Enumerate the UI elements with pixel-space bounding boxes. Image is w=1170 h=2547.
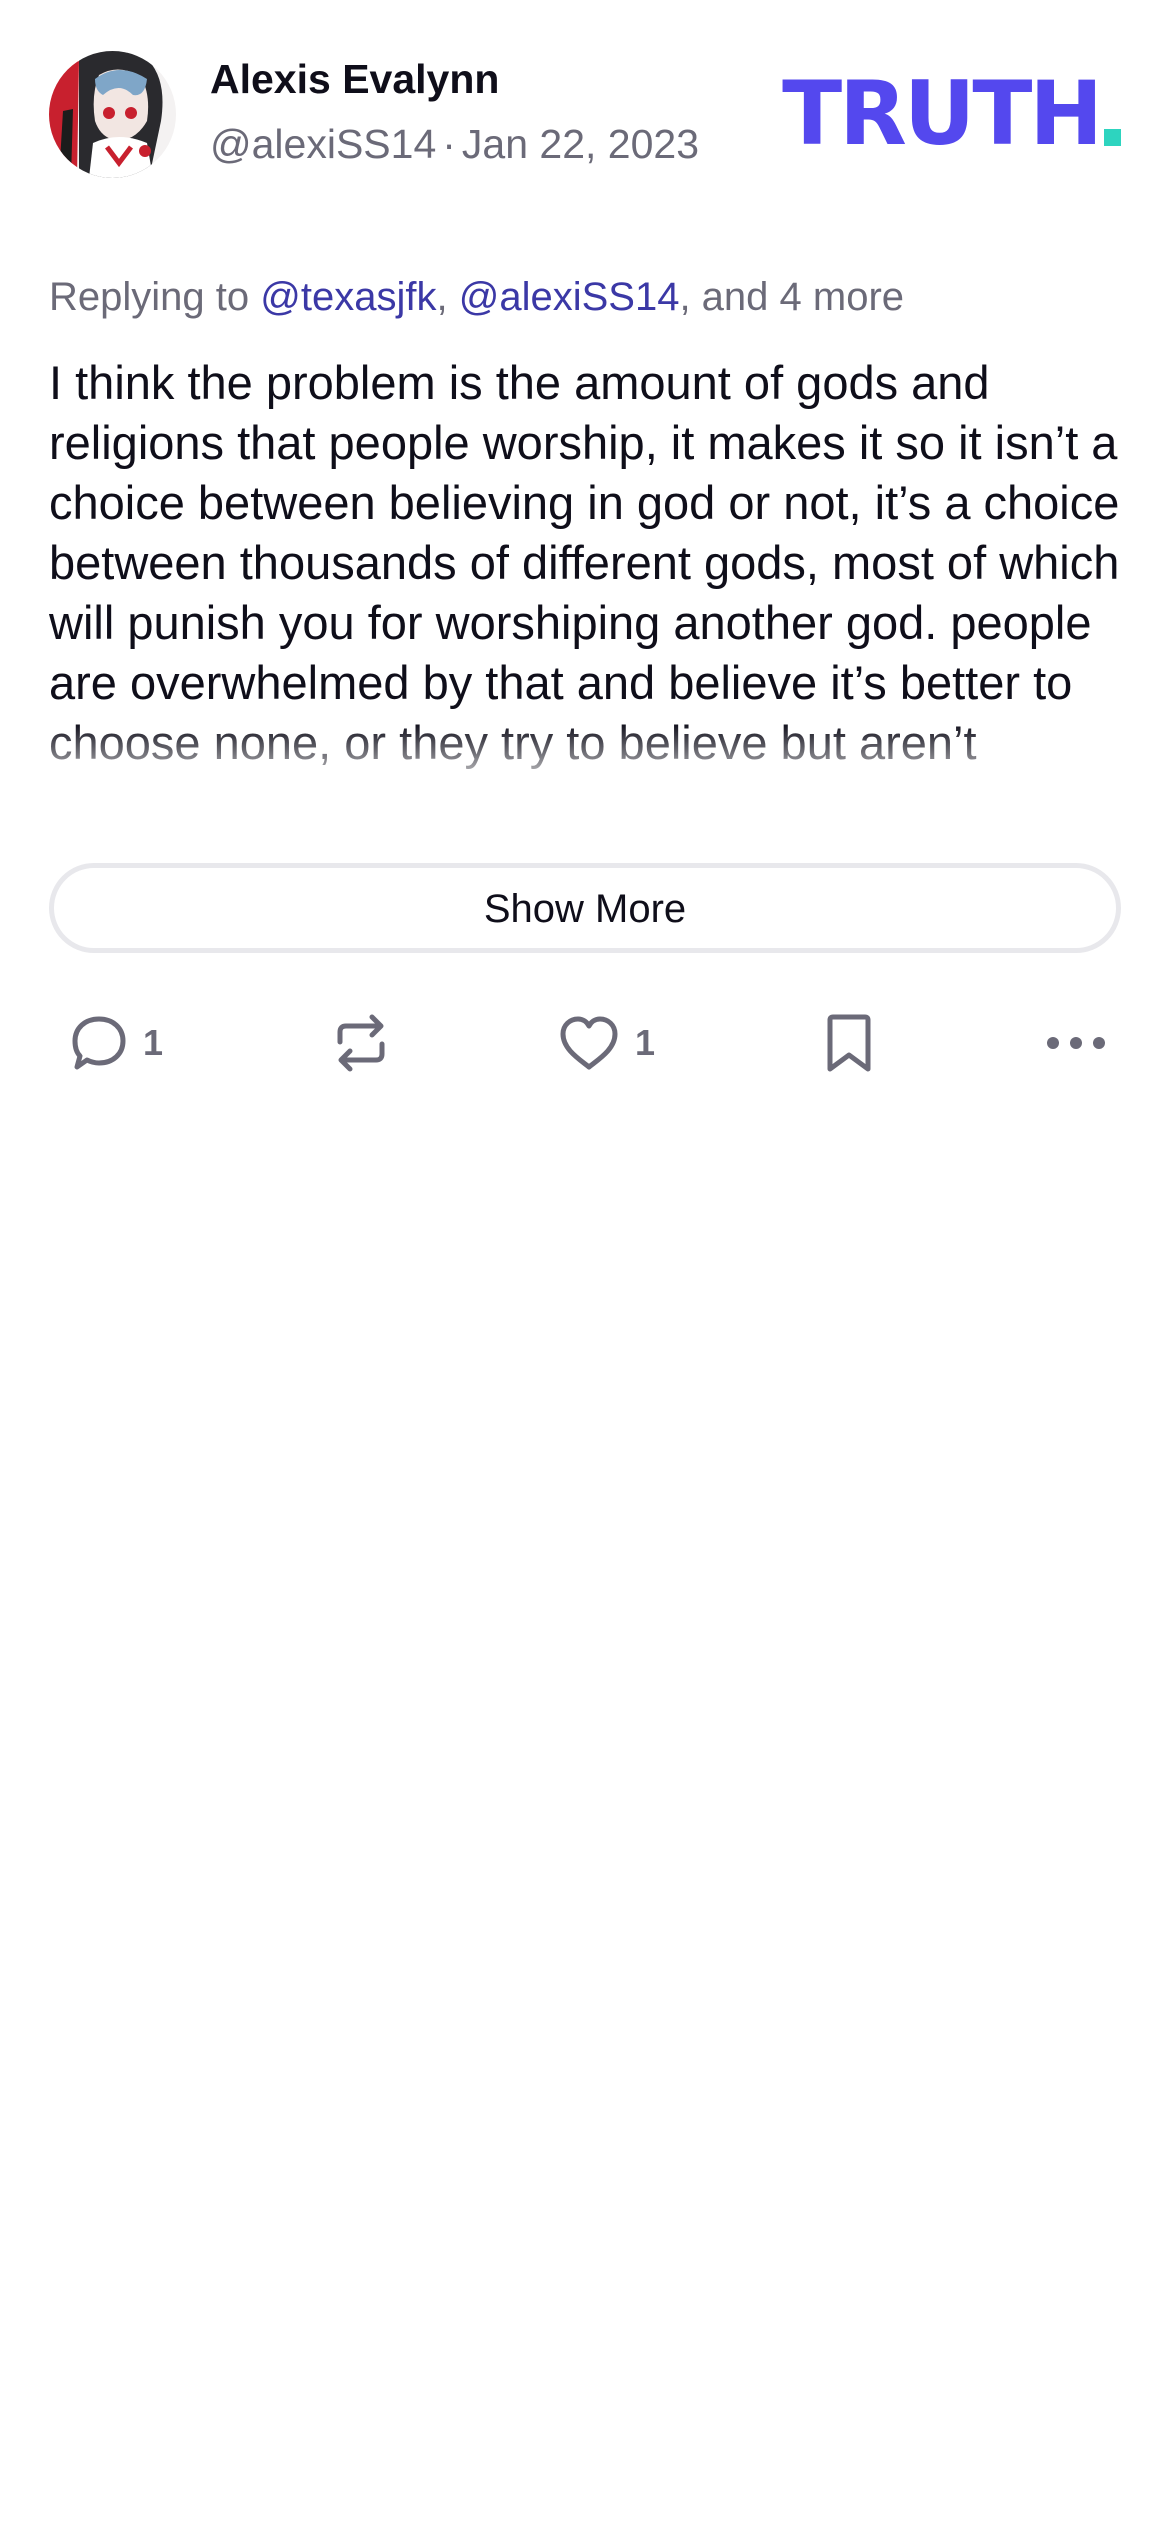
author-handle[interactable]: @alexiSS14 <box>210 121 436 167</box>
repost-icon <box>337 1014 385 1072</box>
post-content: I think the problem is the amount of god… <box>49 356 1120 769</box>
avatar-image <box>49 51 176 178</box>
more-icon <box>1047 1037 1105 1049</box>
like-button[interactable]: 1 <box>557 1003 655 1083</box>
mention-separator: , <box>436 275 448 319</box>
reply-count: 1 <box>143 1022 164 1063</box>
logo-dot <box>1104 129 1121 146</box>
replying-suffix[interactable]: , and 4 more <box>679 275 904 319</box>
like-count: 1 <box>635 1022 656 1063</box>
post-actions: 1 1 <box>49 1003 1121 1083</box>
reply-button[interactable]: 1 <box>69 1003 163 1083</box>
post-meta: @alexiSS14 · Jan 22, 2023 <box>210 116 699 172</box>
heart-icon <box>560 1016 618 1070</box>
replying-to: Replying to @texasjfk, @alexiSS14, and 4… <box>49 273 1121 321</box>
repost-button[interactable] <box>330 1003 392 1083</box>
replying-prefix: Replying to <box>49 275 250 319</box>
truth-logo: TRUTH <box>782 62 1121 165</box>
author-block: Alexis Evalynn @alexiSS14 · Jan 22, 2023 <box>210 49 699 172</box>
logo-wordmark: TRUTH <box>782 62 1103 165</box>
more-button[interactable] <box>1045 1003 1107 1083</box>
show-more-button[interactable]: Show More <box>49 863 1121 953</box>
bookmark-button[interactable] <box>823 1003 875 1083</box>
post-card: Alexis Evalynn @alexiSS14 · Jan 22, 2023 T… <box>49 49 1121 1083</box>
mention-link[interactable]: @alexiSS14 <box>459 275 680 319</box>
post-content-container: I think the problem is the amount of god… <box>49 353 1121 813</box>
post-date[interactable]: Jan 22, 2023 <box>462 121 699 167</box>
mention-link[interactable]: @texasjfk <box>260 275 436 319</box>
meta-separator: · <box>442 121 456 167</box>
content-fade <box>49 723 1121 813</box>
bookmark-icon <box>827 1014 871 1072</box>
avatar[interactable] <box>49 51 176 178</box>
author-display-name[interactable]: Alexis Evalynn <box>210 49 699 109</box>
post-header: Alexis Evalynn @alexiSS14 · Jan 22, 2023 T… <box>49 49 1121 179</box>
comment-icon <box>72 1016 126 1070</box>
